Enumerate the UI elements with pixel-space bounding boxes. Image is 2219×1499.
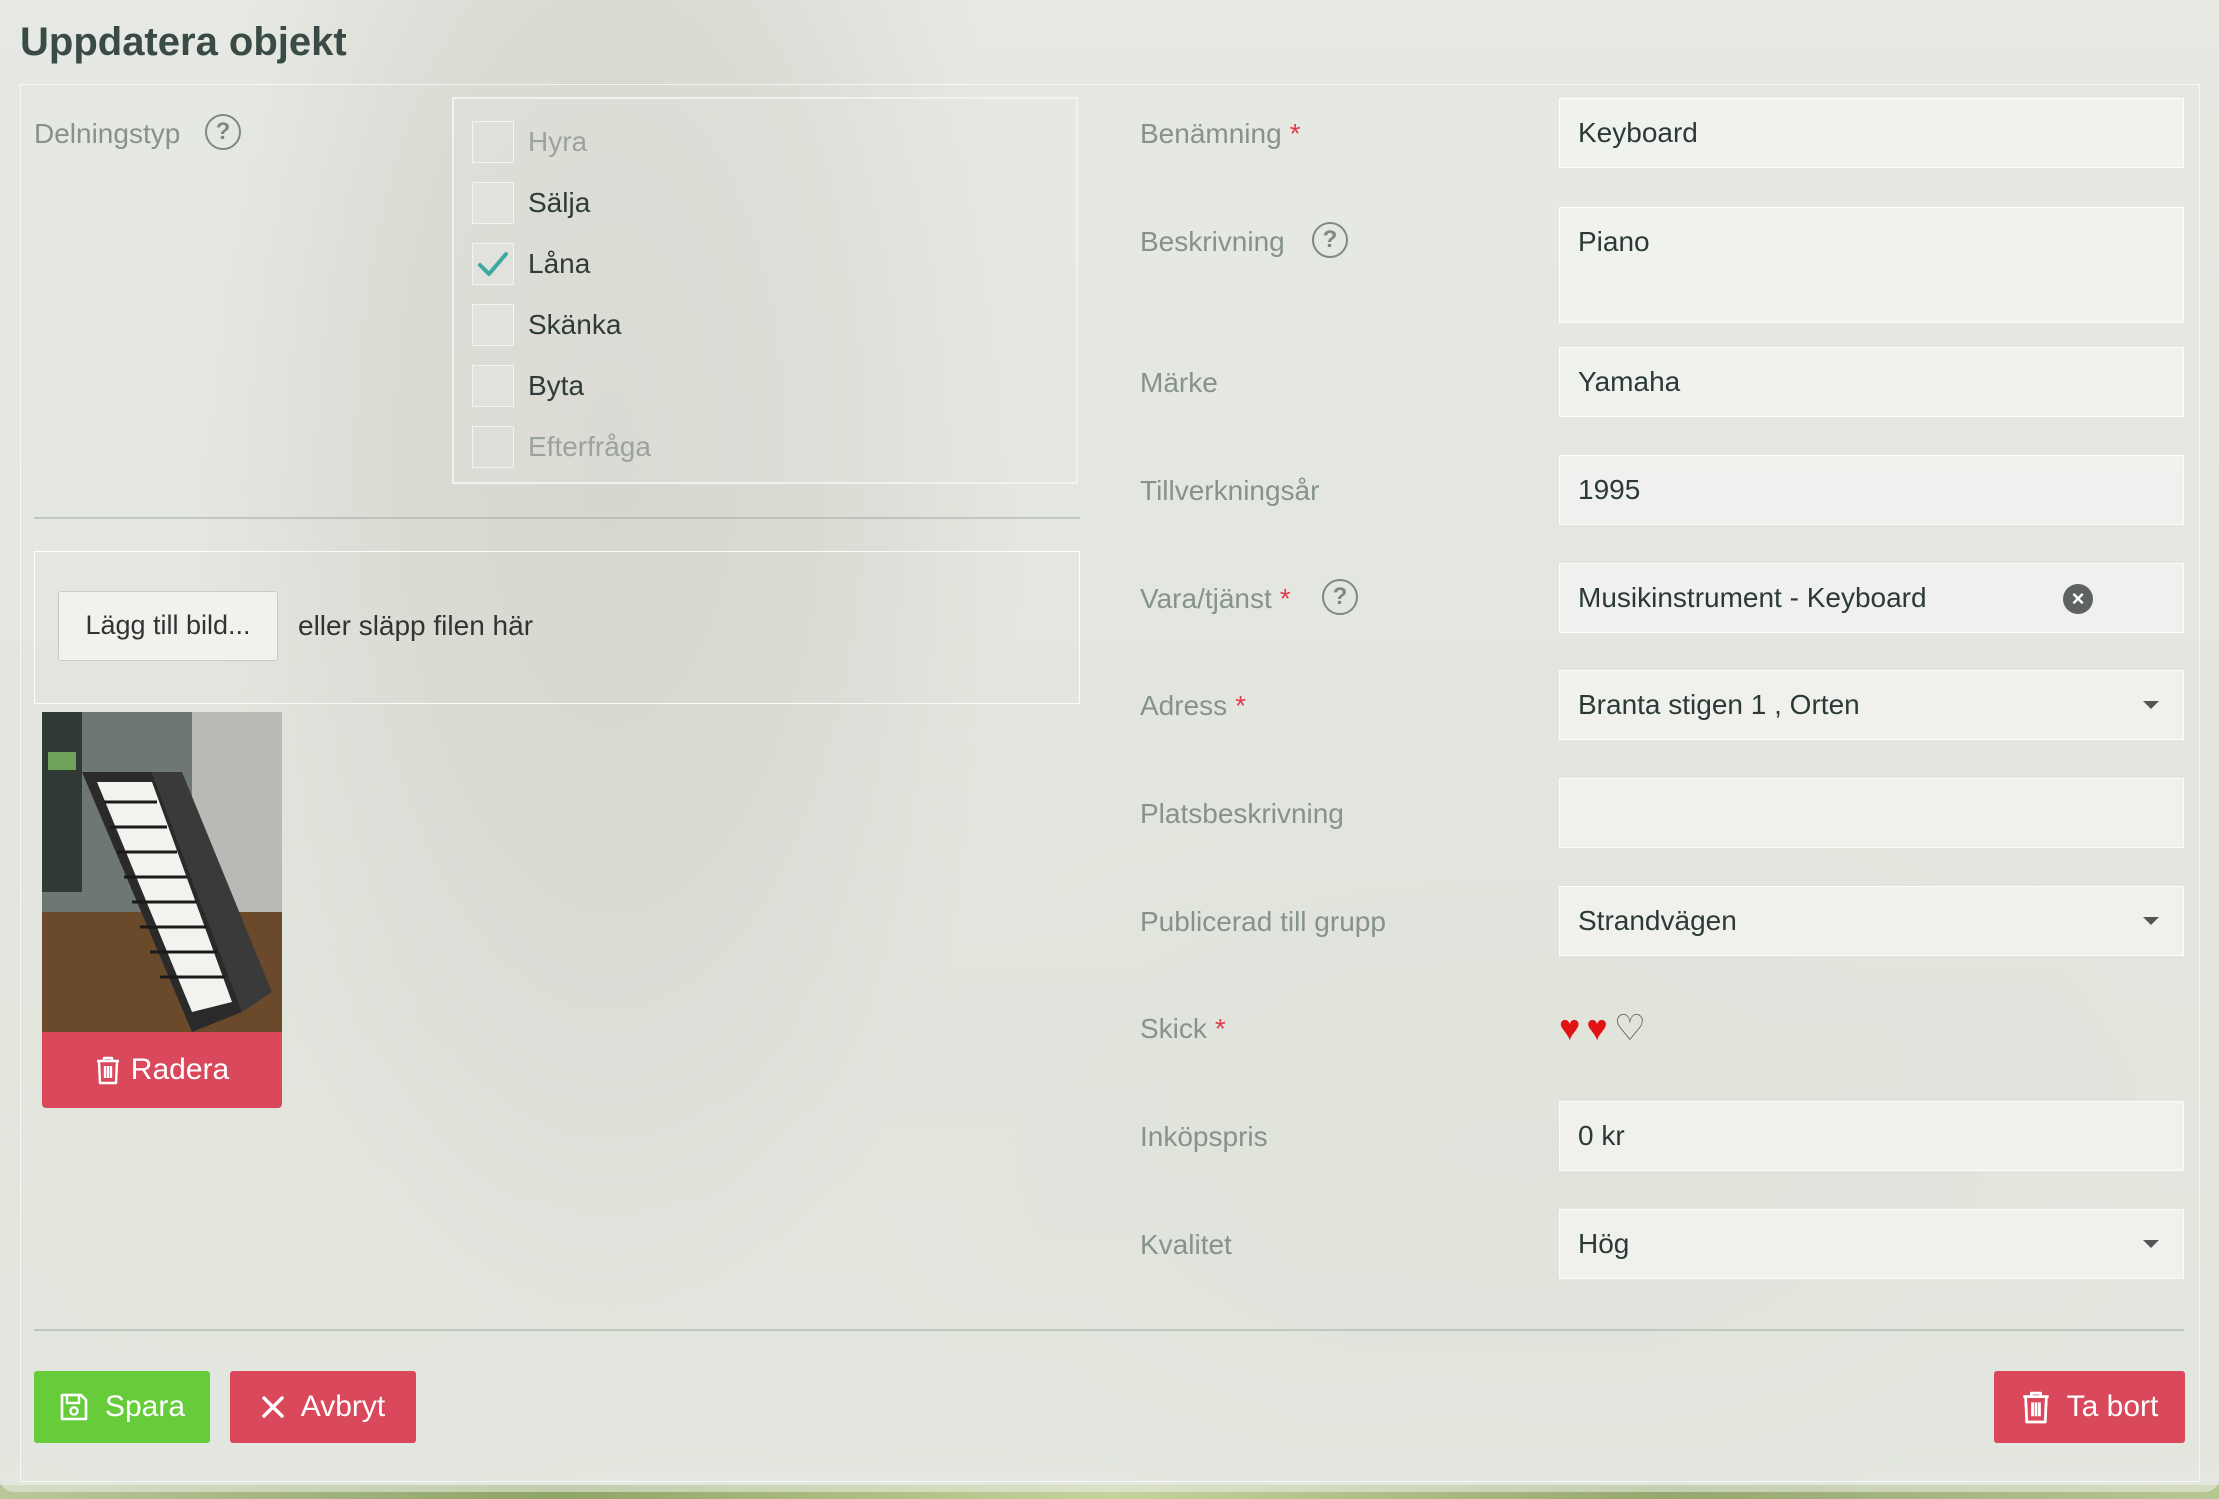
clear-icon[interactable]: × [2063, 584, 2093, 614]
address-select[interactable]: Branta stigen 1 , Orten [1559, 670, 2184, 740]
help-icon[interactable]: ? [205, 114, 241, 150]
required-marker: * [1289, 118, 1301, 149]
category-select[interactable]: Musikinstrument - Keyboard × [1559, 563, 2184, 633]
description-label: Beskrivning [1140, 226, 1285, 257]
dialog-panel: Uppdatera objekt Delningstyp ? Hyra Sälj… [0, 0, 2219, 1492]
cancel-label: Avbryt [300, 1390, 386, 1423]
category-value: Musikinstrument - Keyboard [1578, 582, 1927, 613]
location-description-input[interactable] [1559, 778, 2184, 848]
cancel-button[interactable]: Avbryt [230, 1371, 416, 1443]
sharing-type-group: Hyra Sälja Låna Skänka Byta Efterfråga [452, 97, 1078, 484]
quality-select[interactable]: Hög [1559, 1209, 2184, 1279]
required-marker: * [1214, 1013, 1226, 1044]
year-input[interactable]: 1995 [1559, 455, 2184, 525]
chevron-down-icon [2143, 1240, 2159, 1248]
quality-value: Hög [1578, 1228, 1630, 1259]
purchase-price-label: Inköpspris [1140, 1121, 1268, 1152]
checkbox-lana[interactable]: Låna [472, 241, 590, 287]
save-label: Spara [104, 1390, 186, 1423]
brand-input[interactable]: Yamaha [1559, 347, 2184, 417]
dropzone-hint: eller släpp filen här [298, 610, 534, 641]
checkbox-hyra[interactable]: Hyra [472, 119, 587, 165]
trash-icon [2022, 1391, 2049, 1424]
checkbox-label: Låna [528, 248, 591, 279]
section-divider [34, 517, 1080, 519]
footer-divider [34, 1329, 2184, 1331]
condition-label: Skick * [1140, 1013, 1226, 1045]
check-icon [478, 252, 508, 276]
sharing-type-label: Delningstyp [34, 118, 181, 149]
group-select[interactable]: Strandvägen [1559, 886, 2184, 956]
year-label: Tillverkningsår [1140, 475, 1320, 506]
quality-label: Kvalitet [1140, 1229, 1232, 1260]
address-label-text: Adress [1140, 690, 1228, 721]
checkbox-box [472, 304, 514, 346]
item-image-thumbnail [42, 712, 282, 1032]
name-label-text: Benämning [1140, 118, 1282, 149]
chevron-down-icon [2143, 701, 2159, 709]
heart-icon[interactable]: ♥ [1586, 1008, 1607, 1048]
checkbox-label: Efterfråga [528, 431, 651, 462]
help-icon[interactable]: ? [1322, 579, 1358, 615]
checkbox-byta[interactable]: Byta [472, 363, 584, 409]
page-title: Uppdatera objekt [20, 20, 347, 64]
condition-rating[interactable]: ♥ ♥ ♡ [1559, 1008, 1646, 1048]
brand-label: Märke [1140, 367, 1218, 398]
remove-label: Ta bort [2066, 1390, 2159, 1423]
help-icon[interactable]: ? [1312, 222, 1348, 258]
checkbox-box [472, 426, 514, 468]
checkbox-skanka[interactable]: Skänka [472, 302, 621, 348]
required-marker: * [1235, 690, 1247, 721]
purchase-price-input[interactable]: 0 kr [1559, 1101, 2184, 1171]
close-icon [262, 1396, 284, 1418]
address-label: Adress * [1140, 690, 1246, 722]
save-icon [60, 1393, 88, 1421]
address-value: Branta stigen 1 , Orten [1578, 689, 1860, 720]
checkbox-label: Sälja [528, 187, 591, 218]
chevron-down-icon [2143, 917, 2159, 925]
group-value: Strandvägen [1578, 905, 1737, 936]
trash-icon [96, 1056, 119, 1085]
condition-label-text: Skick [1140, 1013, 1207, 1044]
checkbox-box [472, 365, 514, 407]
delete-image-label: Radera [130, 1053, 230, 1086]
checkbox-label: Hyra [528, 126, 588, 157]
keyboard-photo [42, 712, 282, 1032]
image-dropzone[interactable]: Lägg till bild... eller släpp filen här [34, 551, 1080, 704]
group-label: Publicerad till grupp [1140, 906, 1386, 937]
remove-item-button[interactable]: Ta bort [1994, 1371, 2185, 1443]
checkbox-box [472, 182, 514, 224]
required-marker: * [1279, 583, 1291, 614]
save-button[interactable]: Spara [34, 1371, 210, 1443]
category-label: Vara/tjänst * [1140, 583, 1291, 615]
checkbox-label: Byta [528, 370, 585, 401]
add-image-button[interactable]: Lägg till bild... [58, 591, 278, 661]
name-input[interactable]: Keyboard [1559, 98, 2184, 168]
checkbox-box [472, 243, 514, 285]
checkbox-box [472, 121, 514, 163]
delete-image-button[interactable]: Radera [42, 1032, 282, 1108]
category-label-text: Vara/tjänst [1140, 583, 1272, 614]
checkbox-label: Skänka [528, 309, 622, 340]
location-description-label: Platsbeskrivning [1140, 798, 1344, 829]
checkbox-efterfraga[interactable]: Efterfråga [472, 424, 651, 470]
description-textarea[interactable]: Piano [1559, 207, 2184, 323]
heart-outline-icon[interactable]: ♡ [1614, 1008, 1646, 1048]
heart-icon[interactable]: ♥ [1559, 1008, 1580, 1048]
checkbox-salja[interactable]: Sälja [472, 180, 590, 226]
name-label: Benämning * [1140, 118, 1301, 150]
